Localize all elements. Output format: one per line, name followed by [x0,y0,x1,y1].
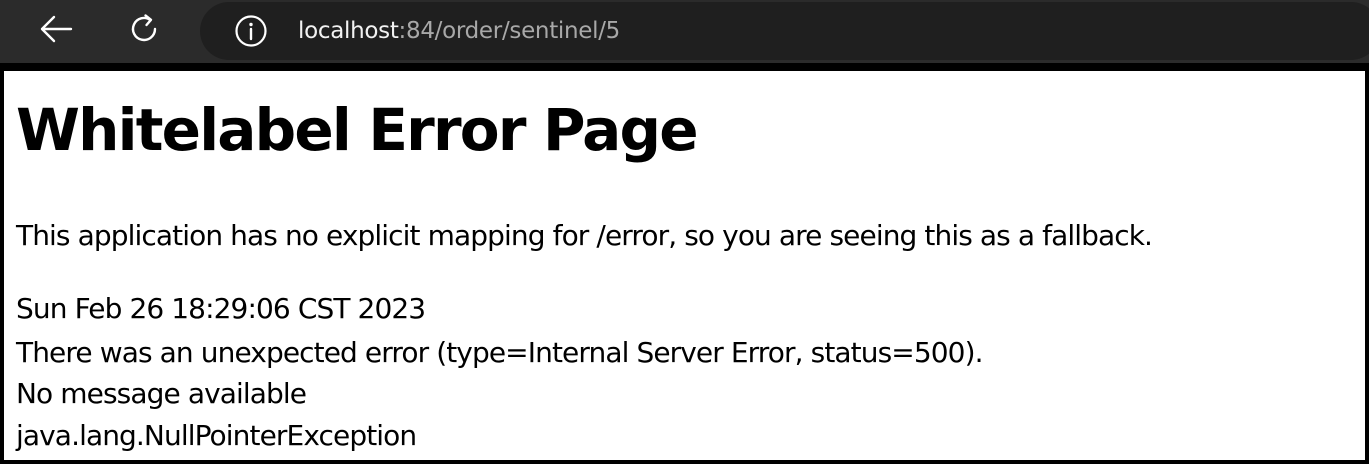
error-text: There was an unexpected error (type=Inte… [16,336,983,369]
page-content: Whitelabel Error Page This application h… [4,71,1365,460]
info-icon[interactable] [234,14,268,48]
error-message: No message available [16,377,307,410]
url-host: localhost [298,18,399,44]
url-path: :84/order/sentinel/5 [398,18,621,44]
toolbar-divider [0,63,1369,70]
page-title: Whitelabel Error Page [16,96,699,164]
browser-toolbar: localhost:84/order/sentinel/5 [0,0,1369,63]
reload-icon [126,11,162,51]
fallback-text: This application has no explicit mapping… [16,219,1153,252]
address-bar[interactable]: localhost:84/order/sentinel/5 [200,2,1369,60]
timestamp: Sun Feb 26 18:29:06 CST 2023 [16,292,426,325]
arrow-left-icon [38,14,74,48]
back-button[interactable] [32,7,80,55]
exception-name: java.lang.NullPointerException [16,419,417,452]
reload-button[interactable] [120,7,168,55]
url-text[interactable]: localhost:84/order/sentinel/5 [298,16,620,46]
